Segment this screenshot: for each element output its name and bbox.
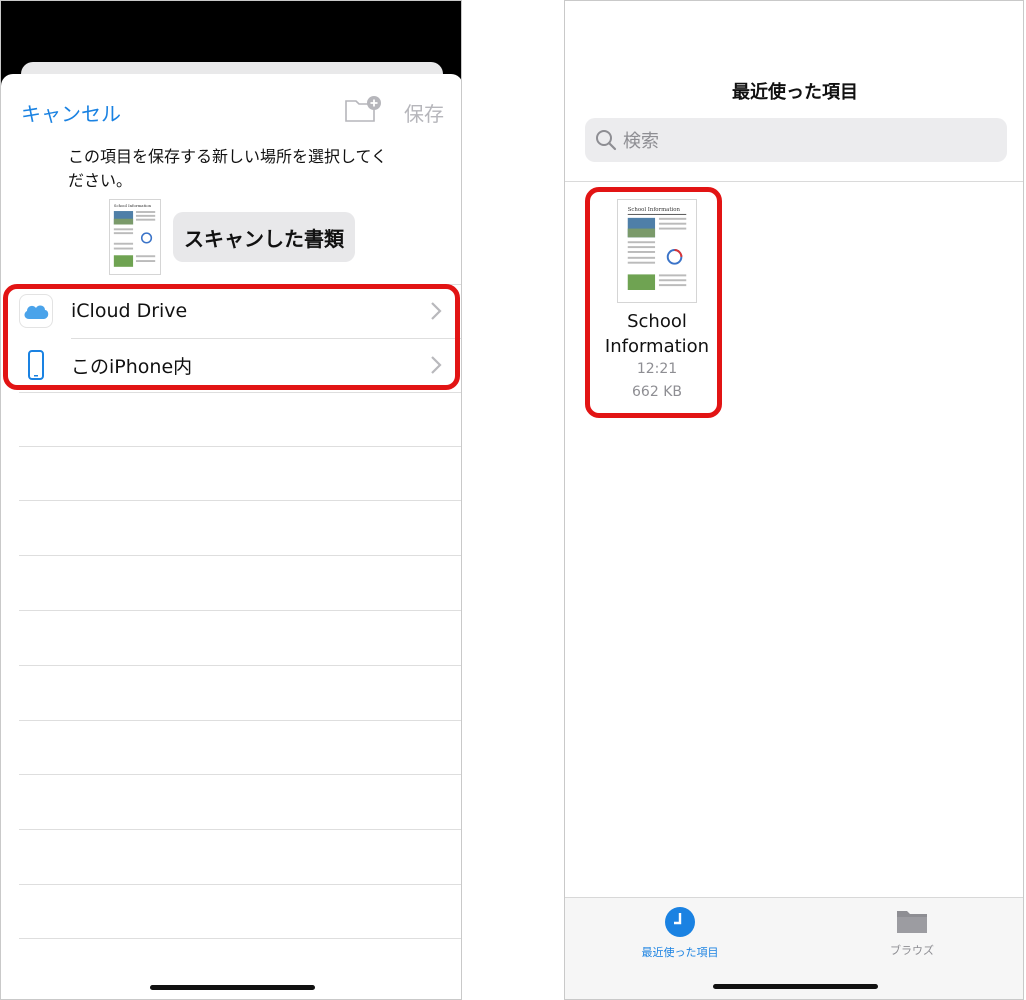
home-indicator[interactable] <box>150 985 315 990</box>
recents-screen: 最近使った項目 検索 School Information School Inf… <box>564 0 1024 1000</box>
chevron-right-icon <box>431 302 442 320</box>
document-name-field[interactable]: スキャンした書類 <box>173 212 355 262</box>
location-label: このiPhone内 <box>71 355 193 378</box>
divider <box>19 392 461 393</box>
search-field[interactable]: 検索 <box>585 118 1007 162</box>
cancel-button[interactable]: キャンセル <box>21 98 121 127</box>
page: キャンセル 保存 この項目を保存する新しい場所を選択してください。 School… <box>0 0 1026 1000</box>
divider <box>19 884 461 885</box>
file-thumbnail: School Information <box>617 199 697 303</box>
location-row-icloud-drive[interactable]: iCloud Drive <box>19 284 461 338</box>
iphone-icon <box>19 348 53 382</box>
tab-recents[interactable]: 最近使った項目 <box>620 906 740 966</box>
document-thumbnail: School Information <box>109 199 161 275</box>
save-prompt-text: この項目を保存する新しい場所を選択してください。 <box>68 147 388 190</box>
page-title: 最近使った項目 <box>732 82 858 103</box>
file-name: School Information <box>604 311 710 357</box>
icloud-icon <box>19 294 53 328</box>
file-time: 12:21 <box>636 361 678 377</box>
save-location-screen: キャンセル 保存 この項目を保存する新しい場所を選択してください。 School… <box>0 0 462 1000</box>
tab-browse[interactable]: ブラウズ <box>852 906 972 966</box>
folder-icon <box>897 911 927 933</box>
tab-bar: 最近使った項目 ブラウズ <box>565 897 1023 999</box>
thumbnail-caption: School Information <box>628 207 681 213</box>
search-placeholder: 検索 <box>623 131 659 152</box>
divider <box>19 665 461 666</box>
divider <box>19 555 461 556</box>
save-button[interactable]: 保存 <box>404 98 444 127</box>
location-label: iCloud Drive <box>71 300 188 322</box>
divider <box>19 938 461 939</box>
chevron-right-icon <box>431 356 442 374</box>
divider <box>19 720 461 721</box>
divider <box>565 181 1023 182</box>
divider <box>19 500 461 501</box>
divider <box>19 446 461 447</box>
tab-label: 最近使った項目 <box>641 946 719 959</box>
clock-icon <box>665 907 695 937</box>
file-item[interactable]: School Information School Information 12… <box>587 189 721 417</box>
folder-plus-icon[interactable] <box>344 95 382 123</box>
file-size: 662 KB <box>632 384 682 400</box>
tab-label: ブラウズ <box>890 944 934 957</box>
divider <box>19 829 461 830</box>
divider <box>19 774 461 775</box>
search-icon <box>596 130 617 151</box>
home-indicator[interactable] <box>713 984 878 989</box>
thumbnail-caption: School Information <box>114 203 152 208</box>
divider <box>19 610 461 611</box>
location-row-this-iphone[interactable]: このiPhone内 <box>19 338 461 392</box>
